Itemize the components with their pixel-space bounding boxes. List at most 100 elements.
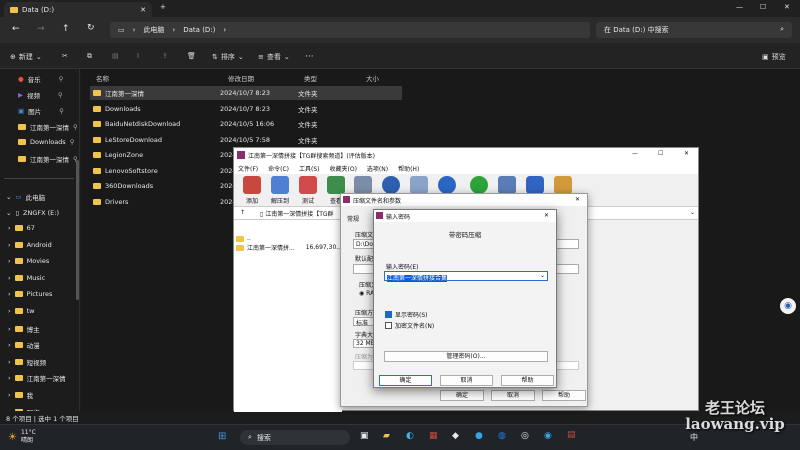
breadcrumb-drive[interactable]: Data (D:) <box>183 26 215 34</box>
manage-passwords-button[interactable]: 管理密码(O)... <box>384 351 548 362</box>
info-icon[interactable] <box>438 176 456 194</box>
repair-icon[interactable] <box>470 176 488 194</box>
list-item-archive[interactable]: 江南第一深情拼... 16,697,30... <box>236 243 342 252</box>
app-icon[interactable]: ◍ <box>498 431 506 441</box>
menu-tools[interactable]: 工具(S) <box>299 164 320 173</box>
cancel-button[interactable]: 取消 <box>491 390 535 401</box>
chevron-down-icon[interactable]: ⌄ <box>690 209 695 216</box>
test-button[interactable]: 测试 <box>294 176 322 205</box>
tree-item[interactable]: › 我 <box>8 390 33 400</box>
maximize-icon[interactable]: ☐ <box>760 3 766 11</box>
sidebar-item-jiangnan[interactable]: 江南第一深情 ⚲ <box>18 122 78 132</box>
file-row[interactable]: Downloads 2024/10/7 8:23 文件夹 <box>90 102 402 116</box>
file-row[interactable]: LeStoreDownload 2024/10/5 7:58 文件夹 <box>90 133 402 147</box>
assistant-float-icon[interactable]: ◉ <box>780 298 796 314</box>
tree-item[interactable]: › 江南第一深情 <box>8 373 66 383</box>
start-icon[interactable]: ⊞ <box>218 431 226 442</box>
close-icon[interactable]: ✕ <box>684 150 689 157</box>
app-icon[interactable]: ◆ <box>452 431 459 441</box>
sidebar-item-downloads[interactable]: Downloads ⚲ <box>18 138 74 146</box>
menu-options[interactable]: 选项(N) <box>367 164 388 173</box>
menu-favorites[interactable]: 收藏夹(O) <box>330 164 357 173</box>
close-icon[interactable]: ✕ <box>544 212 549 219</box>
up-icon[interactable]: ↑ <box>62 24 70 34</box>
copy-icon[interactable]: ⧉ <box>87 52 92 61</box>
sidebar-scrollbar[interactable] <box>76 160 79 300</box>
sidebar-item-music[interactable]: ● 音乐 ⚲ <box>18 74 63 84</box>
menu-help[interactable]: 帮助(H) <box>398 164 419 173</box>
tab-general[interactable]: 常规 <box>347 214 359 223</box>
add-button[interactable]: 添加 <box>238 176 266 205</box>
close-window-icon[interactable]: ✕ <box>784 3 790 11</box>
task-view-icon[interactable]: ▣ <box>360 431 369 441</box>
tree-item[interactable]: › tw <box>8 307 34 315</box>
sidebar-item-videos[interactable]: ▶ 视频 ⚲ <box>18 90 63 100</box>
column-date[interactable]: 修改日期 <box>228 73 254 83</box>
encrypt-names-checkbox[interactable]: 加密文件名(N) <box>385 321 434 330</box>
input-language[interactable]: 中 <box>690 432 698 443</box>
refresh-icon[interactable]: ↻ <box>87 23 95 33</box>
column-type[interactable]: 类型 <box>304 73 317 83</box>
maximize-icon[interactable]: ☐ <box>658 150 663 157</box>
find-icon[interactable] <box>382 176 400 194</box>
close-icon[interactable]: ✕ <box>575 196 580 203</box>
breadcrumb-this-pc[interactable]: 此电脑 <box>143 25 164 35</box>
app-icon[interactable]: ◎ <box>521 431 529 441</box>
format-radio[interactable]: ◉ RA <box>359 290 374 297</box>
delete-icon[interactable] <box>354 176 372 194</box>
menu-commands[interactable]: 命令(C) <box>268 164 289 173</box>
up-arrow-icon[interactable]: ↑ <box>240 209 245 216</box>
search-box[interactable]: 在 Data (D:) 中搜索 ⌕ <box>596 22 792 38</box>
password-input[interactable]: 江南第一深情拼接合集 ⌄ <box>384 271 548 282</box>
close-tab-icon[interactable]: ✕ <box>140 6 146 14</box>
taskbar-search[interactable]: ⌕ 搜索 <box>240 430 350 445</box>
explorer-tab[interactable]: Data (D:) ✕ <box>4 2 152 17</box>
list-item-parent[interactable]: .. <box>236 234 342 243</box>
share-icon[interactable]: ⇪ <box>162 52 168 60</box>
minimize-icon[interactable]: — <box>736 3 743 11</box>
file-row[interactable]: 江南第一深情 2024/10/7 8:23 文件夹 <box>90 86 402 100</box>
tree-item[interactable]: › 短视频 <box>8 357 46 367</box>
tree-item[interactable]: › Music <box>8 274 45 282</box>
minimize-icon[interactable]: — <box>632 150 638 157</box>
extract-button[interactable]: 解压到 <box>266 176 294 205</box>
tree-item[interactable]: › Movies <box>8 257 49 265</box>
delete-icon[interactable]: 🗑 <box>187 52 196 60</box>
sort-button[interactable]: ⇅ 排序 ⌄ <box>212 52 244 62</box>
help-button[interactable]: 帮助 <box>501 375 554 386</box>
tree-item[interactable]: › 博主 <box>8 324 40 334</box>
column-name[interactable]: 名称 <box>96 73 109 83</box>
tree-item[interactable]: › 动漫 <box>8 340 40 350</box>
file-row[interactable]: BaiduNetdiskDownload 2024/10/5 16:06 文件夹 <box>90 117 402 131</box>
file-explorer-icon[interactable]: ▰ <box>383 431 390 441</box>
sidebar-item-jiangnan-2[interactable]: 江南第一深情 ⚲ <box>18 154 78 164</box>
back-icon[interactable]: ← <box>12 24 20 34</box>
sfx-icon[interactable] <box>554 176 572 194</box>
tree-item[interactable]: › 67 <box>8 224 35 232</box>
view-button[interactable]: ≡ 查看 ⌄ <box>258 52 290 62</box>
tree-item[interactable]: › Pictures <box>8 290 52 298</box>
forward-icon[interactable]: → <box>37 24 45 34</box>
menu-file[interactable]: 文件(F) <box>238 164 258 173</box>
chevron-down-icon[interactable]: ⌄ <box>540 272 545 279</box>
tree-item[interactable]: › Android <box>8 241 52 249</box>
show-password-checkbox[interactable]: 显示密码(S) <box>385 310 428 319</box>
help-button[interactable]: 帮助 <box>542 390 586 401</box>
new-tab-icon[interactable]: + <box>160 3 166 11</box>
edge-icon[interactable]: ◐ <box>406 431 414 441</box>
more-icon[interactable]: ··· <box>305 52 314 62</box>
comment-icon[interactable] <box>498 176 516 194</box>
store-icon[interactable]: ▦ <box>429 431 438 441</box>
app-icon[interactable]: ◉ <box>544 431 552 441</box>
rename-icon[interactable]: Ⅰ <box>137 52 139 60</box>
weather-widget[interactable]: ☀ 11°C 晴朗 <box>8 429 36 445</box>
preview-button[interactable]: ▣ 预览 <box>762 52 786 62</box>
ok-button[interactable]: 确定 <box>440 390 484 401</box>
sidebar-item-drive-e[interactable]: ⌄ ▯ ZNGFX (E:) <box>6 209 59 217</box>
cancel-button[interactable]: 取消 <box>440 375 493 386</box>
cut-icon[interactable]: ✂ <box>62 52 68 60</box>
wizard-icon[interactable] <box>410 176 428 194</box>
column-size[interactable]: 大小 <box>366 73 379 83</box>
paste-icon[interactable]: ▤ <box>112 52 119 60</box>
ok-button[interactable]: 确定 <box>379 375 432 386</box>
